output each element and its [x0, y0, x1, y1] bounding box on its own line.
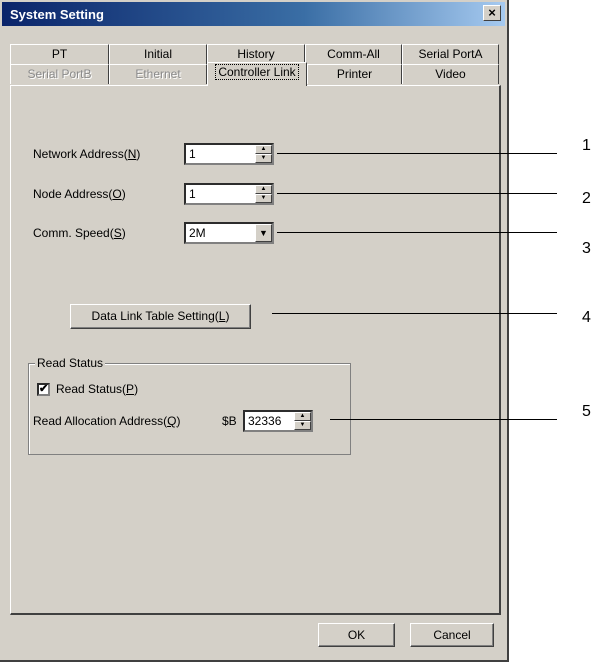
tab-controller-link[interactable]: Controller Link: [207, 62, 307, 86]
tab-history[interactable]: History: [207, 44, 305, 64]
tab-pt[interactable]: PT: [10, 44, 109, 64]
close-icon[interactable]: ×: [483, 5, 501, 21]
node-address-field[interactable]: 1 ▲ ▼: [184, 183, 274, 205]
spin-up-icon[interactable]: ▲: [255, 145, 272, 154]
read-allocation-address-value: 32336: [248, 414, 282, 428]
chevron-down-icon[interactable]: ▼: [255, 224, 272, 242]
node-address-value: 1: [189, 187, 196, 201]
read-allocation-spinner[interactable]: ▲ ▼: [294, 412, 311, 430]
callout-leader-3: [277, 232, 557, 233]
cancel-button[interactable]: Cancel: [410, 623, 494, 647]
callout-leader-4: [272, 313, 557, 314]
comm-speed-value: 2M: [189, 226, 206, 240]
system-setting-dialog: System Setting × PT Initial History Comm…: [0, 0, 509, 662]
callout-leader-2: [277, 193, 557, 194]
callout-2: 2: [582, 190, 591, 207]
read-allocation-address-field[interactable]: 32336 ▲ ▼: [243, 410, 313, 432]
callout-5: 5: [582, 403, 591, 420]
spin-up-icon[interactable]: ▲: [255, 185, 272, 194]
read-status-checkbox[interactable]: ✔: [37, 383, 50, 396]
callout-leader-5: [330, 419, 557, 420]
tab-printer[interactable]: Printer: [307, 64, 402, 84]
data-link-table-setting-button[interactable]: Data Link Table Setting(L): [70, 304, 251, 329]
callout-3: 3: [582, 240, 591, 257]
tab-comm-all[interactable]: Comm-All: [305, 44, 402, 64]
spin-down-icon[interactable]: ▼: [255, 154, 272, 163]
node-address-label: Node Address(O): [33, 187, 126, 201]
network-address-value: 1: [189, 147, 196, 161]
comm-speed-select[interactable]: 2M ▼: [184, 222, 274, 244]
callout-4: 4: [582, 309, 591, 326]
network-address-field[interactable]: 1 ▲ ▼: [184, 143, 274, 165]
ok-button[interactable]: OK: [318, 623, 395, 647]
network-address-spinner[interactable]: ▲ ▼: [255, 145, 272, 163]
tab-ethernet[interactable]: Ethernet: [109, 64, 207, 84]
read-allocation-address-label: Read Allocation Address(Q): [33, 414, 181, 428]
spin-down-icon[interactable]: ▼: [294, 421, 311, 430]
dialog-title: System Setting: [10, 7, 104, 22]
spin-up-icon[interactable]: ▲: [294, 412, 311, 421]
tab-serial-port-a[interactable]: Serial PortA: [402, 44, 499, 64]
tab-video[interactable]: Video: [402, 64, 499, 84]
title-bar[interactable]: System Setting ×: [2, 2, 505, 26]
spin-down-icon[interactable]: ▼: [255, 194, 272, 203]
tab-initial[interactable]: Initial: [109, 44, 207, 64]
tab-serial-port-b[interactable]: Serial PortB: [10, 64, 109, 84]
node-address-spinner[interactable]: ▲ ▼: [255, 185, 272, 203]
read-status-checkbox-label[interactable]: Read Status(P): [56, 382, 138, 396]
read-status-group: Read Status: [28, 356, 351, 455]
comm-speed-label: Comm. Speed(S): [33, 226, 126, 240]
read-status-group-title: Read Status: [35, 356, 106, 370]
callout-leader-1: [277, 153, 557, 154]
network-address-label: Network Address(N): [33, 147, 141, 161]
address-prefix: $B: [222, 414, 237, 428]
callout-1: 1: [582, 137, 591, 154]
